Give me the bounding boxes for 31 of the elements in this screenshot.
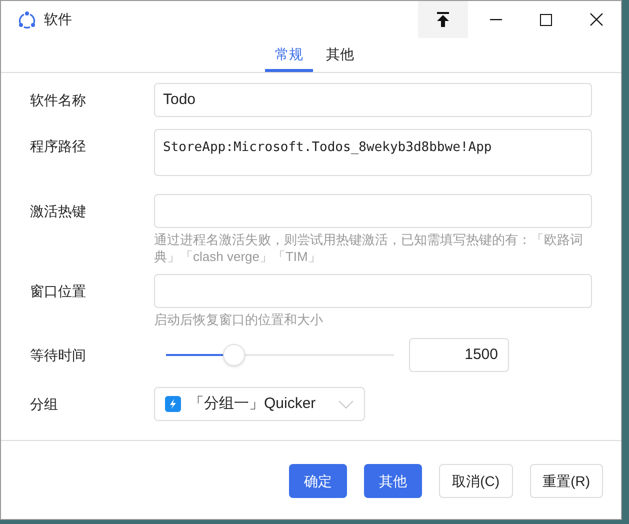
lightning-icon <box>165 396 181 412</box>
input-field[interactable]: StoreApp:Microsoft.Todos_8wekyb3d8bbwe!App <box>154 129 592 176</box>
field-label: 激活热键 <box>30 202 87 221</box>
minimize-icon <box>490 18 502 20</box>
hint-text: 启动后恢复窗口的位置和大小 <box>154 311 324 328</box>
dialog-button[interactable]: 其他 <box>364 464 422 498</box>
tab[interactable]: 其他 <box>323 39 357 72</box>
field-label: 等待时间 <box>30 346 87 364</box>
hint-text: 通过进程名激活失败，则尝试用热键激活，已知需填写热键的有：「欧路词典」「clash verge」「TIM」 <box>154 231 584 265</box>
dropdown-value: 「分组一」Quicker <box>189 394 316 414</box>
dialog-button[interactable]: 取消(C) <box>439 464 513 498</box>
input-field[interactable] <box>154 194 592 228</box>
app-logo-icon <box>18 10 36 28</box>
field-label: 软件名称 <box>30 91 87 110</box>
window-title: 软件 <box>44 10 72 29</box>
input-field[interactable] <box>154 274 592 308</box>
pin-top-icon <box>436 12 450 28</box>
field-label: 分组 <box>30 394 59 414</box>
input-field[interactable]: Todo <box>154 83 592 117</box>
maximize-icon <box>540 14 552 26</box>
field-label: 窗口位置 <box>30 282 87 301</box>
dialog-button[interactable]: 确定 <box>289 464 348 498</box>
tab[interactable]: 常规 <box>265 39 313 72</box>
close-icon <box>590 13 602 26</box>
group-dropdown[interactable]: 「分组一」Quicker <box>154 387 365 421</box>
chevron-down-icon <box>338 400 354 408</box>
number-field[interactable]: 1500 <box>409 338 509 372</box>
pin-top-button[interactable] <box>418 1 468 38</box>
field-label: 程序路径 <box>30 137 87 156</box>
dialog-button[interactable]: 重置(R) <box>530 464 603 498</box>
slider-thumb[interactable] <box>223 344 246 366</box>
